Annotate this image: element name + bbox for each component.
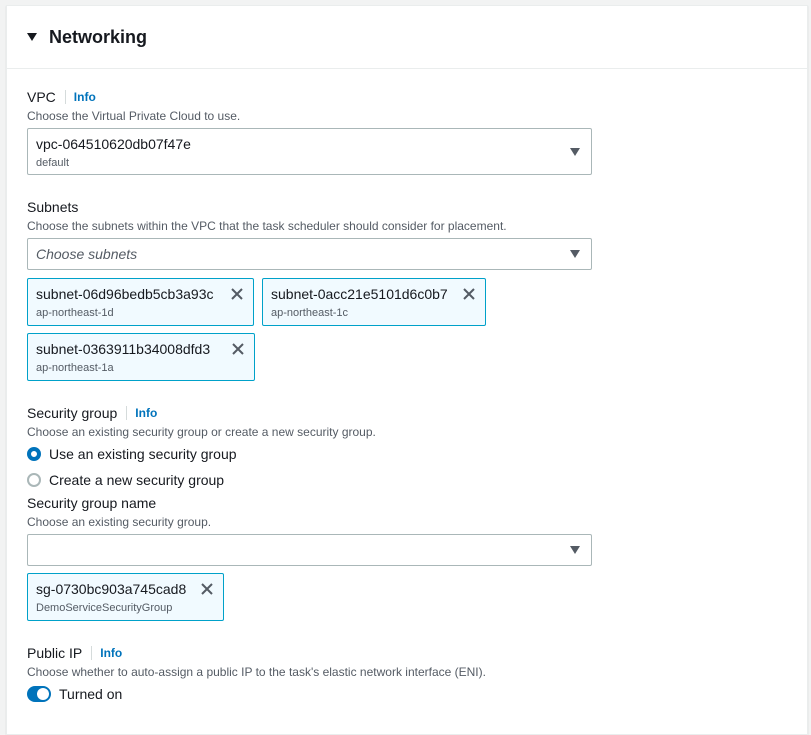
divider (126, 406, 128, 420)
radio-use-existing[interactable]: Use an existing security group (27, 444, 237, 464)
caret-down-icon (570, 546, 580, 554)
radio-unchecked-icon[interactable] (27, 473, 41, 487)
vpc-selected-value: vpc-064510620db07f47e (36, 136, 191, 152)
public-ip-info-link[interactable]: Info (100, 646, 122, 660)
token-id: subnet-06d96bedb5cb3a93c (36, 286, 214, 302)
subnet-token: subnet-0acc21e5101d6c0b7 ap-northeast-1c (262, 278, 486, 326)
public-ip-description: Choose whether to auto-assign a public I… (27, 665, 486, 679)
security-group-info-link[interactable]: Info (135, 406, 157, 420)
token-id: sg-0730bc903a745cad8 (36, 581, 187, 597)
vpc-info-link[interactable]: Info (74, 90, 96, 104)
divider (64, 90, 66, 104)
security-group-field: Security group Info Choose an existing s… (27, 404, 376, 439)
toggle-knob (37, 688, 49, 700)
vpc-selected-sub: default (36, 157, 70, 169)
public-ip-label: Public IP (27, 645, 83, 661)
security-group-token: sg-0730bc903a745cad8 DemoServiceSecurity… (27, 573, 224, 621)
close-icon[interactable] (462, 287, 476, 301)
subnets-placeholder: Choose subnets (36, 246, 138, 262)
token-zone: ap-northeast-1a (36, 362, 114, 374)
subnet-token: subnet-06d96bedb5cb3a93c ap-northeast-1d (27, 278, 254, 326)
token-zone: ap-northeast-1c (271, 307, 349, 319)
divider (91, 646, 93, 660)
caret-down-icon (570, 147, 580, 156)
vpc-label: VPC (27, 89, 56, 105)
radio-checked-icon[interactable] (27, 447, 41, 461)
token-id: subnet-0acc21e5101d6c0b7 (271, 286, 448, 302)
public-ip-toggle[interactable] (27, 686, 51, 702)
section-title: Networking (49, 26, 148, 47)
radio-label[interactable]: Use an existing security group (49, 446, 237, 462)
token-zone: ap-northeast-1d (36, 307, 114, 319)
caret-down-icon (570, 250, 580, 258)
toggle-label[interactable]: Turned on (59, 686, 122, 702)
radio-label[interactable]: Create a new security group (49, 472, 224, 488)
vpc-field: VPC Info Choose the Virtual Private Clou… (27, 88, 240, 123)
security-group-name-label: Security group name (27, 495, 157, 511)
security-group-label: Security group (27, 405, 118, 421)
subnet-token: subnet-0363911b34008dfd3 ap-northeast-1a (27, 333, 255, 381)
close-icon[interactable] (231, 342, 245, 356)
section-header[interactable]: Networking (7, 6, 807, 69)
security-group-name-description: Choose an existing security group. (27, 515, 212, 529)
security-group-select[interactable] (27, 534, 592, 566)
close-icon[interactable] (200, 582, 214, 596)
networking-panel: Networking VPC Info Choose the Virtual P… (6, 5, 808, 735)
security-group-description: Choose an existing security group or cre… (27, 425, 376, 439)
subnets-select[interactable]: Choose subnets (27, 238, 592, 270)
caret-down-icon[interactable] (27, 33, 37, 41)
subnets-field: Subnets Choose the subnets within the VP… (27, 198, 507, 233)
public-ip-field: Public IP Info Choose whether to auto-as… (27, 644, 486, 679)
subnets-label: Subnets (27, 199, 79, 215)
vpc-select[interactable]: vpc-064510620db07f47e default (27, 128, 592, 175)
public-ip-toggle-row[interactable]: Turned on (27, 684, 122, 704)
close-icon[interactable] (230, 287, 244, 301)
vpc-description: Choose the Virtual Private Cloud to use. (27, 109, 241, 123)
security-group-name-field: Security group name Choose an existing s… (27, 494, 211, 529)
token-id: subnet-0363911b34008dfd3 (36, 341, 211, 357)
token-name: DemoServiceSecurityGroup (36, 602, 173, 614)
subnets-description: Choose the subnets within the VPC that t… (27, 219, 507, 233)
radio-create-new[interactable]: Create a new security group (27, 470, 224, 490)
